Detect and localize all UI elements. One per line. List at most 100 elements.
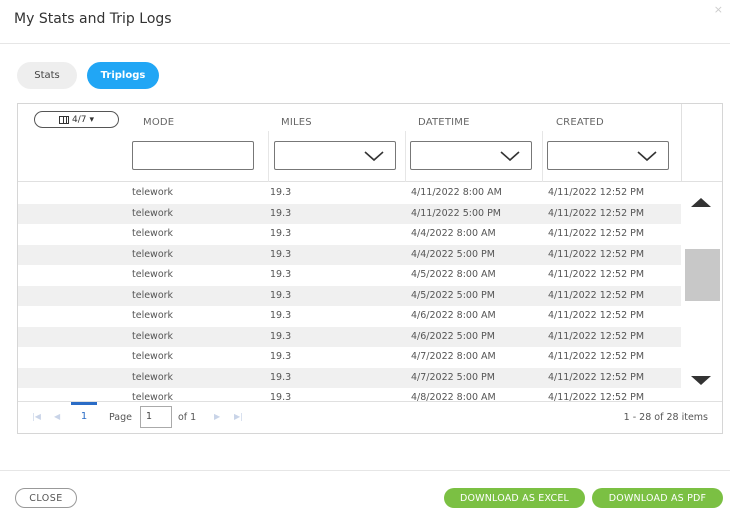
cell-miles: 19.3 [270, 351, 292, 362]
chevron-down-icon [364, 151, 384, 162]
cell-mode: telework [132, 371, 174, 383]
scroll-up-icon[interactable] [691, 198, 711, 207]
close-icon[interactable]: × [714, 3, 723, 16]
chevron-down-icon [637, 151, 657, 162]
cell-created: 4/11/2022 12:52 PM [548, 269, 645, 280]
header-scroll-spacer [681, 104, 722, 182]
cell-mode: telework [132, 330, 174, 342]
cell-created: 4/11/2022 12:52 PM [548, 248, 645, 260]
datetime-filter-select[interactable] [410, 141, 532, 170]
vertical-scrollbar[interactable] [681, 183, 722, 401]
footer-divider [0, 470, 730, 471]
pager-info: 1 - 28 of 28 items [623, 412, 708, 423]
table-row[interactable]: telework 19.3 4/7/2022 5:00 PM 4/11/2022 12… [18, 367, 681, 388]
column-header-datetime[interactable]: DATETIME [418, 117, 470, 128]
triplogs-grid: 4/7 ▾ MODE MILES DATETIME CREATED telewo… [17, 103, 723, 434]
cell-datetime: 4/7/2022 8:00 AM [411, 351, 496, 362]
column-divider [405, 131, 406, 182]
last-page-icon[interactable]: ▶| [234, 412, 243, 421]
caret-down-icon: ▾ [89, 114, 94, 125]
cell-mode: telework [132, 248, 174, 260]
table-row[interactable]: telework 19.3 4/6/2022 5:00 PM 4/11/2022 12… [18, 326, 681, 347]
cell-mode: telework [132, 310, 174, 321]
table-row[interactable]: telework 19.3 4/4/2022 8:00 AM 4/11/2022 12… [18, 224, 681, 245]
first-page-icon[interactable]: |◀ [32, 412, 41, 421]
column-picker-label: 4/7 [71, 114, 87, 125]
cell-datetime: 4/6/2022 5:00 PM [411, 330, 495, 342]
column-divider [542, 131, 543, 182]
cell-miles: 19.3 [270, 392, 292, 401]
mode-filter-input[interactable] [132, 141, 254, 170]
cell-miles: 19.3 [270, 371, 292, 383]
table-row[interactable]: telework 19.3 4/8/2022 8:00 AM 4/11/2022 12… [18, 388, 681, 401]
cell-datetime: 4/11/2022 8:00 AM [411, 187, 502, 198]
cell-datetime: 4/5/2022 8:00 AM [411, 269, 496, 280]
page-input[interactable]: 1 [140, 406, 172, 428]
page-number-current[interactable]: 1 [71, 402, 97, 422]
grid-body: telework 19.3 4/11/2022 8:00 AM 4/11/2022 1… [18, 183, 681, 401]
table-row[interactable]: telework 19.3 4/7/2022 8:00 AM 4/11/2022 12… [18, 347, 681, 368]
cell-created: 4/11/2022 12:52 PM [548, 187, 645, 198]
cell-miles: 19.3 [270, 330, 292, 342]
cell-miles: 19.3 [270, 207, 292, 219]
cell-mode: telework [132, 392, 174, 401]
table-row[interactable]: telework 19.3 4/5/2022 8:00 AM 4/11/2022 12… [18, 265, 681, 286]
cell-created: 4/11/2022 12:52 PM [548, 289, 645, 301]
cell-datetime: 4/4/2022 8:00 AM [411, 228, 496, 239]
cell-created: 4/11/2022 12:52 PM [548, 228, 645, 239]
cell-mode: telework [132, 289, 174, 301]
tab-triplogs[interactable]: Triplogs [87, 62, 159, 89]
cell-mode: telework [132, 187, 174, 198]
columns-icon [58, 115, 69, 124]
cell-mode: telework [132, 207, 174, 219]
tab-bar: Stats Triplogs [17, 62, 159, 89]
dialog-title: My Stats and Trip Logs [14, 11, 172, 27]
table-row[interactable]: telework 19.3 4/6/2022 8:00 AM 4/11/2022 12… [18, 306, 681, 327]
scroll-down-icon[interactable] [691, 376, 711, 385]
table-row[interactable]: telework 19.3 4/11/2022 8:00 AM 4/11/2022 1… [18, 183, 681, 204]
column-divider [268, 131, 269, 182]
cell-miles: 19.3 [270, 269, 292, 280]
download-excel-button[interactable]: DOWNLOAD AS EXCEL [444, 488, 585, 508]
next-page-icon[interactable]: ▶ [214, 412, 220, 421]
table-row[interactable]: telework 19.3 4/11/2022 5:00 PM 4/11/2022 1… [18, 203, 681, 224]
cell-created: 4/11/2022 12:52 PM [548, 330, 645, 342]
cell-mode: telework [132, 228, 174, 239]
cell-created: 4/11/2022 12:52 PM [548, 207, 645, 219]
table-row[interactable]: telework 19.3 4/5/2022 5:00 PM 4/11/2022 12… [18, 285, 681, 306]
download-pdf-button[interactable]: DOWNLOAD AS PDF [592, 488, 723, 508]
page-label: Page [109, 412, 132, 423]
column-header-created[interactable]: CREATED [556, 117, 604, 128]
close-button[interactable]: CLOSE [15, 488, 77, 508]
chevron-down-icon [500, 151, 520, 162]
cell-created: 4/11/2022 12:52 PM [548, 371, 645, 383]
page-of-label: of 1 [178, 412, 197, 423]
cell-created: 4/11/2022 12:52 PM [548, 392, 645, 401]
cell-miles: 19.3 [270, 228, 292, 239]
cell-datetime: 4/6/2022 8:00 AM [411, 310, 496, 321]
cell-miles: 19.3 [270, 248, 292, 260]
header-divider [0, 43, 730, 44]
cell-miles: 19.3 [270, 187, 292, 198]
cell-datetime: 4/11/2022 5:00 PM [411, 207, 502, 219]
cell-datetime: 4/8/2022 8:00 AM [411, 392, 496, 401]
miles-filter-select[interactable] [274, 141, 396, 170]
prev-page-icon[interactable]: ◀ [54, 412, 60, 421]
column-header-miles[interactable]: MILES [281, 117, 312, 128]
cell-created: 4/11/2022 12:52 PM [548, 351, 645, 362]
cell-datetime: 4/5/2022 5:00 PM [411, 289, 495, 301]
pager: |◀ ◀ 1 Page 1 of 1 ▶ ▶| 1 - 28 of 28 ite… [18, 401, 722, 433]
cell-created: 4/11/2022 12:52 PM [548, 310, 645, 321]
cell-mode: telework [132, 351, 174, 362]
cell-datetime: 4/7/2022 5:00 PM [411, 371, 495, 383]
table-row[interactable]: telework 19.3 4/4/2022 5:00 PM 4/11/2022 12… [18, 244, 681, 265]
cell-datetime: 4/4/2022 5:00 PM [411, 248, 495, 260]
column-header-mode[interactable]: MODE [143, 117, 174, 128]
cell-mode: telework [132, 269, 174, 280]
tab-stats[interactable]: Stats [17, 62, 77, 89]
cell-miles: 19.3 [270, 310, 292, 321]
cell-miles: 19.3 [270, 289, 292, 301]
created-filter-select[interactable] [547, 141, 669, 170]
column-picker-button[interactable]: 4/7 ▾ [34, 111, 119, 128]
scrollbar-thumb[interactable] [685, 249, 720, 301]
